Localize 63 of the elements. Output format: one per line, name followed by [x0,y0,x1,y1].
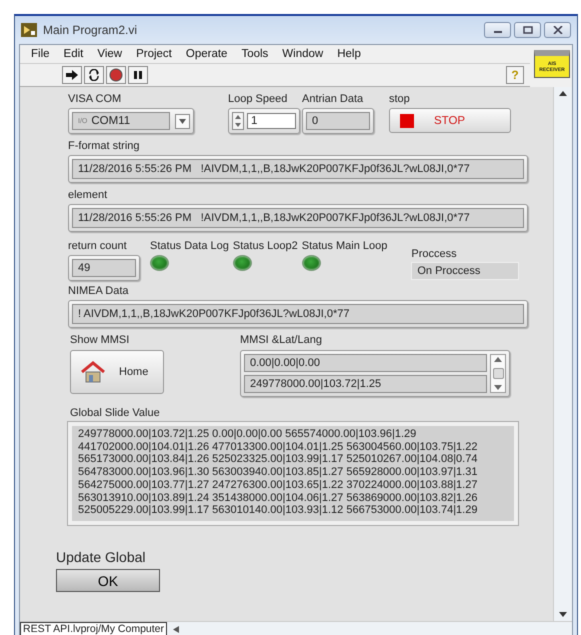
pause-button[interactable] [128,66,148,84]
maximize-icon [522,26,532,34]
app-icon [21,23,37,37]
abort-button[interactable] [106,66,126,84]
status-label: Status Loop2 [232,240,298,252]
show-mmsi-label: Show MMSI [70,334,130,346]
close-icon [552,26,562,34]
list-item[interactable]: 0.00|0.00|0.00 [244,354,487,372]
f-format-string-value: 11/28/2016 5:55:26 PM !AIVDM,1,1,,B,18JwK20P007KFJp0f36JL?wL08JI,0*77 [72,159,524,179]
loop-speed-label: Loop Speed [228,93,288,105]
scroll-down-icon[interactable] [494,385,502,390]
scroll-left-icon[interactable] [173,626,180,632]
menu-item[interactable]: Window [275,48,330,60]
menu-item[interactable]: Project [129,48,179,60]
visa-com-label: VISA COM [68,93,122,105]
element-label: element [68,189,108,201]
list-item[interactable]: 249778000.00|103.72|1.25 [244,375,487,393]
maximize-button[interactable] [514,22,541,38]
status-bar-text: REST API.lvproj/My Computer [20,622,168,635]
update-global-label: Update Global [56,549,147,565]
mmsi-latlang-label: MMSI &Lat/Lang [240,334,323,346]
return-count-value: 49 [72,259,136,277]
run-continuously-button[interactable] [84,66,104,84]
house-icon [81,361,105,383]
cycle-arrows-icon [87,69,101,81]
element-value: 11/28/2016 5:55:26 PM !AIVDM,1,1,,B,18JwK20P007KFJp0f36JL?wL08JI,0*77 [72,208,524,228]
process-value: On Proccess [411,262,520,280]
status-label: Status Main Loop [302,240,388,252]
menu-item[interactable]: Help [330,48,368,60]
window-title: Main Program2.vi [43,23,138,37]
stop-sign-icon [109,68,123,82]
scroll-up-icon[interactable] [494,357,502,362]
stop-button[interactable]: STOP [389,108,511,133]
antrian-data-label: Antrian Data [302,93,364,105]
dropdown-arrow-icon [179,118,186,124]
pause-icon [133,70,143,80]
status-label: Status Data Log [150,240,229,252]
loop-speed-input[interactable]: 1 [247,113,296,129]
f-format-string-label: F-format string [68,140,141,152]
menu-item[interactable]: View [90,48,130,60]
vertical-scrollbar[interactable] [553,87,572,621]
menu-item[interactable]: Operate [178,48,234,60]
global-slide-value-text: 249778000.00|103.72|1.25 0.00|0.00|0.00 565574000.00|103.96|1.29 441702000.00|104.01|1.26 477013300.00|104.01|1.25 563004560.00|103.75|1.22 565173000.00|103.84|1.26 525023325.00|103.99|1.17 525010267.00|104.08|0.74 564783000.00|103.96|1.30 563003940.00|103.85|1.27 565928000.00|103.97|1.31 564275000.00|103.77|1.27 247276300.00|103.65|1.22 370224000.00|103.88|1.27 563013910.00|103.89|1.24 351438000.00|104.06|1.27 563869000.00|103.82|1.26 525005229.00|103.99|1.17 563010140.00|103.93|1.12 566753000.00|103.74|1.29 [68,422,518,525]
stop-label: stop [389,93,411,105]
home-button[interactable]: Home [70,350,164,394]
scroll-down-icon[interactable] [559,612,567,617]
ok-button[interactable]: OK [56,569,160,592]
minimize-button[interactable] [484,22,511,38]
nimea-data-label: NIMEA Data [68,285,130,297]
nimea-data-value: ! AIVDM,1,1,,B,18JwK20P007KFJp0f36JL?wL08JI,0*77 [72,304,524,324]
run-button[interactable] [62,66,82,84]
arrow-icon [65,69,79,81]
menu-item[interactable]: Tools [234,48,276,60]
scroll-up-icon[interactable] [559,91,567,96]
spinner-buttons[interactable] [232,112,244,130]
process-label: Proccess [411,248,458,260]
menu-item[interactable]: Edit [56,48,90,60]
menu-item[interactable]: File [24,48,57,60]
return-count-label: return count [68,240,128,252]
global-slide-value-label: Global Slide Value [70,407,160,419]
antrian-data-value: 0 [306,112,370,130]
list-scrollbar[interactable] [490,354,506,393]
close-button[interactable] [544,22,571,38]
